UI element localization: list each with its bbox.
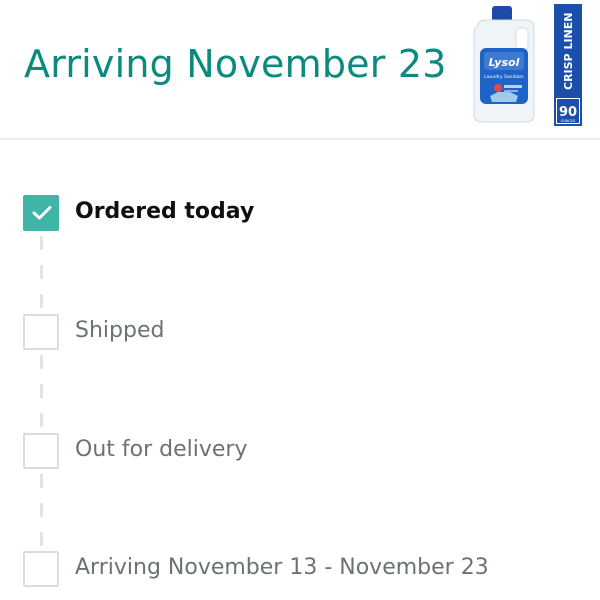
step-out-for-delivery-checkbox: [23, 433, 59, 469]
progress-connector: [40, 474, 43, 488]
delivery-header: Arriving November 23 Lysol Laundry Sanit…: [0, 0, 600, 140]
step-out-for-delivery-label: Out for delivery: [75, 437, 248, 462]
step-ordered-label: Ordered today: [75, 199, 255, 224]
progress-connector: [40, 532, 43, 546]
progress-connector: [40, 294, 43, 308]
progress-connector: [40, 355, 43, 369]
size-unit: OUNCES: [561, 119, 577, 123]
step-arriving-checkbox: [23, 551, 59, 587]
size-value: 90: [559, 105, 577, 120]
step-ordered-checkbox: [23, 195, 59, 231]
step-shipped-label: Shipped: [75, 318, 165, 343]
scent-label: CRISP LINEN: [562, 13, 575, 90]
step-arriving-label: Arriving November 13 - November 23: [75, 555, 489, 580]
product-image: Lysol Laundry Sanitizer CRISP LINEN 90 O…: [473, 4, 582, 126]
progress-connector: [40, 384, 43, 398]
step-shipped-checkbox: [23, 314, 59, 350]
product-type: Laundry Sanitizer: [484, 74, 524, 80]
product-thumbnail[interactable]: Lysol Laundry Sanitizer CRISP LINEN 90 O…: [468, 4, 584, 126]
progress-connector: [40, 265, 43, 279]
progress-connector: [40, 236, 43, 250]
checkmark-icon: [32, 206, 52, 220]
progress-connector: [40, 413, 43, 427]
page-title: Arriving November 23: [24, 42, 447, 86]
brand-logo: Lysol: [489, 56, 520, 69]
progress-connector: [40, 503, 43, 517]
